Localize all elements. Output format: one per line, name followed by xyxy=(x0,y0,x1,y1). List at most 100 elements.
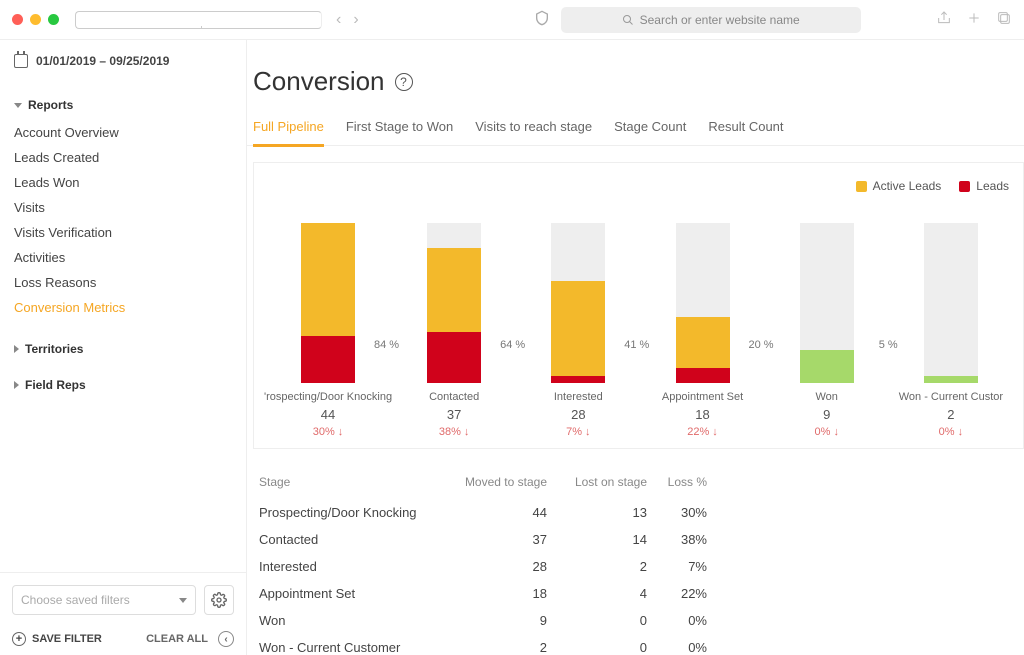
chevron-down-icon xyxy=(179,598,187,603)
cell-stage: Contacted xyxy=(259,526,459,553)
cell-lost: 0 xyxy=(559,607,659,634)
tabs: Full Pipeline First Stage to Won Visits … xyxy=(247,113,1024,146)
cell-lost: 13 xyxy=(559,499,659,526)
cell-lost: 2 xyxy=(559,553,659,580)
stage-name-label: Won xyxy=(814,391,838,403)
legend-active-leads: Active Leads xyxy=(856,179,942,193)
close-window-icon[interactable] xyxy=(12,14,23,25)
tab-stage-count[interactable]: Stage Count xyxy=(614,113,686,147)
caret-right-icon xyxy=(14,381,19,389)
tab-full-pipeline[interactable]: Full Pipeline xyxy=(253,113,324,147)
sidebar-section-field-reps[interactable]: Field Reps xyxy=(14,372,232,398)
share-icon[interactable] xyxy=(936,10,952,29)
cell-moved: 28 xyxy=(459,553,559,580)
table-row: Won - Current Customer200% xyxy=(259,634,719,655)
tab-result-count[interactable]: Result Count xyxy=(708,113,783,147)
sidebar-item-leads-won[interactable]: Leads Won xyxy=(14,170,232,195)
th-moved: Moved to stage xyxy=(459,469,559,499)
cell-moved: 37 xyxy=(459,526,559,553)
stage-name-label: Appointment Set xyxy=(662,391,743,403)
table-row: Interested2827% xyxy=(259,553,719,580)
chart-bar[interactable] xyxy=(301,223,355,383)
stage-loss-label: 22% ↓ xyxy=(662,422,743,438)
sidebar-item-conversion-metrics[interactable]: Conversion Metrics xyxy=(14,295,232,320)
cell-moved: 2 xyxy=(459,634,559,655)
chart-column: 64 %Contacted3738% ↓ xyxy=(392,203,516,438)
table-row: Won900% xyxy=(259,607,719,634)
cell-stage: Won - Current Customer xyxy=(259,634,459,655)
sidebar-item-loss-reasons[interactable]: Loss Reasons xyxy=(14,270,232,295)
sidebar-section-territories[interactable]: Territories xyxy=(14,336,232,362)
conversion-pct-label: 5 % xyxy=(879,339,898,351)
stage-loss-label: 38% ↓ xyxy=(429,422,479,438)
new-tab-icon[interactable] xyxy=(966,10,982,29)
filter-settings-button[interactable] xyxy=(204,585,234,615)
section-title: Reports xyxy=(28,98,73,112)
collapse-sidebar-button[interactable]: ‹ xyxy=(218,631,234,647)
stage-name-label: Won - Current Custor xyxy=(899,391,1003,403)
chart-bar[interactable] xyxy=(551,223,605,383)
caret-right-icon xyxy=(14,345,19,353)
sidebar-item-activities[interactable]: Activities xyxy=(14,245,232,270)
date-range-picker[interactable]: 01/01/2019 – 09/25/2019 xyxy=(0,54,246,82)
sidebar-item-leads-created[interactable]: Leads Created xyxy=(14,145,232,170)
help-icon[interactable]: ? xyxy=(395,73,413,91)
conversion-pct-label: 20 % xyxy=(748,339,773,351)
clear-all-button[interactable]: CLEAR ALL xyxy=(146,633,208,645)
sidebar-item-visits-verification[interactable]: Visits Verification xyxy=(14,220,232,245)
tab-first-stage-to-won[interactable]: First Stage to Won xyxy=(346,113,453,147)
page-title: Conversion xyxy=(253,66,385,97)
stage-loss-label: 0% ↓ xyxy=(814,422,838,438)
main-content: Conversion ? Full Pipeline First Stage t… xyxy=(247,40,1024,655)
chart-column: 5 %Won90% ↓ xyxy=(765,203,889,438)
saved-filters-select[interactable]: Choose saved filters xyxy=(12,585,196,615)
privacy-shield-icon[interactable] xyxy=(533,10,551,29)
address-bar[interactable]: Search or enter website name xyxy=(561,7,861,33)
cell-stage: Won xyxy=(259,607,459,634)
stage-loss-label: 7% ↓ xyxy=(554,422,603,438)
back-button[interactable]: ‹ xyxy=(332,11,345,29)
section-title: Territories xyxy=(25,342,83,356)
chart-bar[interactable] xyxy=(676,223,730,383)
forward-button[interactable]: › xyxy=(349,11,362,29)
sidebar-section-reports[interactable]: Reports xyxy=(14,92,232,118)
chart-bar[interactable] xyxy=(427,223,481,383)
save-filter-label: SAVE FILTER xyxy=(32,633,102,645)
maximize-window-icon[interactable] xyxy=(48,14,59,25)
cell-moved: 44 xyxy=(459,499,559,526)
chart-bar[interactable] xyxy=(800,223,854,383)
chart-bar[interactable] xyxy=(924,223,978,383)
stage-count-label: 9 xyxy=(814,403,838,422)
plus-circle-icon: + xyxy=(12,632,26,646)
cell-moved: 18 xyxy=(459,580,559,607)
sidebar-item-visits[interactable]: Visits xyxy=(14,195,232,220)
th-loss-pct: Loss % xyxy=(659,469,719,499)
cell-loss-pct: 0% xyxy=(659,607,719,634)
table-row: Prospecting/Door Knocking441330% xyxy=(259,499,719,526)
conversion-pct-label: 84 % xyxy=(374,339,399,351)
tabs-icon[interactable] xyxy=(996,10,1012,29)
address-placeholder: Search or enter website name xyxy=(640,13,800,27)
th-stage: Stage xyxy=(259,469,459,499)
cell-loss-pct: 0% xyxy=(659,634,719,655)
date-range-label: 01/01/2019 – 09/25/2019 xyxy=(36,54,169,68)
chart-legend: Active Leads Leads xyxy=(264,179,1013,193)
legend-leads-lost: Leads xyxy=(959,179,1009,193)
chart-card: Active Leads Leads 84 %'rospecting/Door … xyxy=(253,162,1024,449)
th-lost: Lost on stage xyxy=(559,469,659,499)
save-filter-button[interactable]: + SAVE FILTER xyxy=(12,632,102,646)
chart-column: Won - Current Custor20% ↓ xyxy=(889,203,1013,438)
sidebar-toggle-icon[interactable] xyxy=(75,11,322,29)
sidebar-item-account-overview[interactable]: Account Overview xyxy=(14,120,232,145)
tab-visits-to-reach-stage[interactable]: Visits to reach stage xyxy=(475,113,592,147)
section-title: Field Reps xyxy=(25,378,86,392)
table-row: Contacted371438% xyxy=(259,526,719,553)
caret-down-icon xyxy=(14,103,22,108)
minimize-window-icon[interactable] xyxy=(30,14,41,25)
conversion-pct-label: 64 % xyxy=(500,339,525,351)
table-header-row: Stage Moved to stage Lost on stage Loss … xyxy=(259,469,719,499)
chart-column: 41 %Interested287% ↓ xyxy=(516,203,640,438)
stage-table: Stage Moved to stage Lost on stage Loss … xyxy=(247,449,1024,655)
cell-loss-pct: 30% xyxy=(659,499,719,526)
cell-lost: 4 xyxy=(559,580,659,607)
